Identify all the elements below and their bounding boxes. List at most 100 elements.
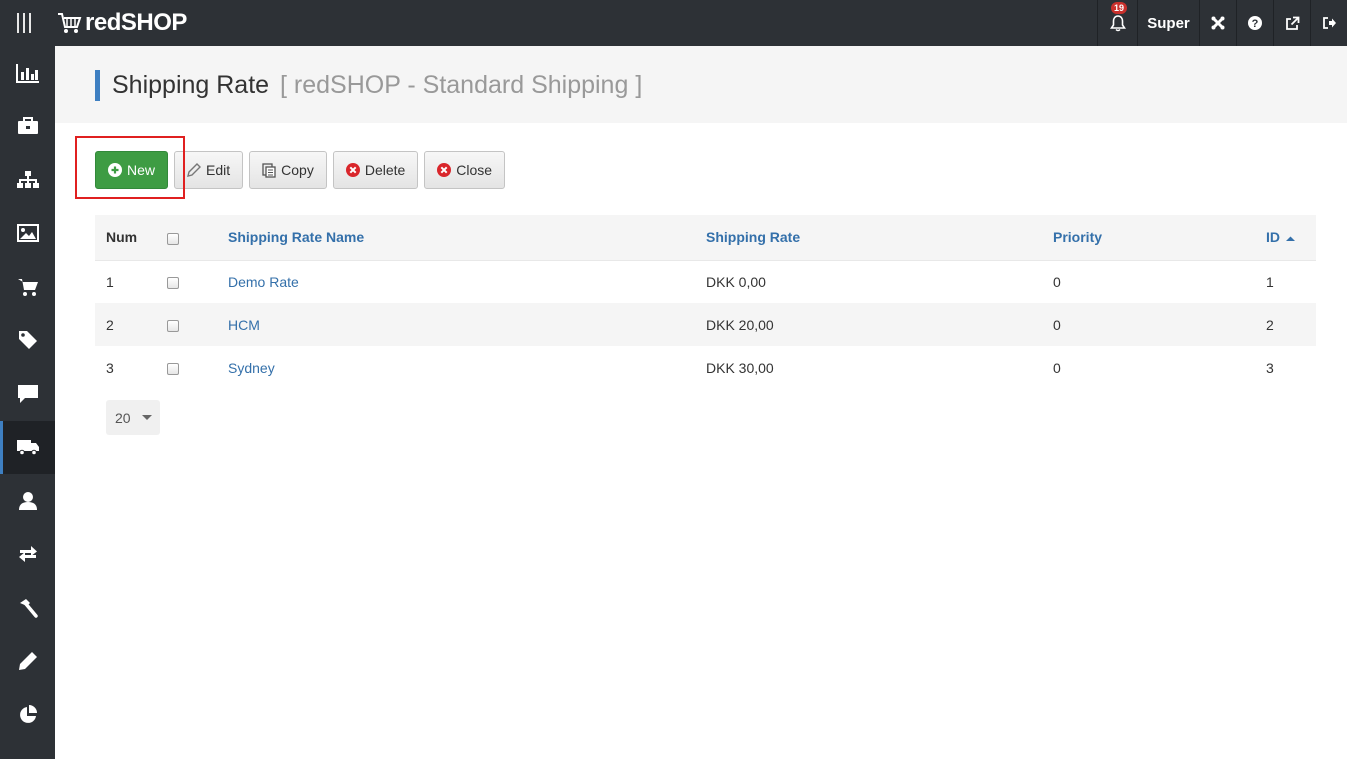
help-icon: ? [1248, 16, 1262, 30]
row-id: 1 [1266, 273, 1274, 290]
list-limit-select[interactable]: 20 [106, 400, 160, 435]
user-menu[interactable]: Super [1137, 0, 1199, 46]
sidebar [0, 46, 55, 759]
row-priority: 0 [1053, 316, 1061, 333]
sidebar-item-categories[interactable] [0, 153, 55, 207]
sidebar-item-orders[interactable] [0, 260, 55, 314]
cart-logo-icon [58, 13, 82, 33]
sidebar-item-communication[interactable] [0, 367, 55, 421]
page-title: Shipping Rate [ redSHOP - Standard Shipp… [95, 70, 642, 101]
column-shipping-rate[interactable]: Shipping Rate [695, 215, 1042, 260]
top-navbar: redSHOP 19 Super ? [0, 0, 1347, 46]
row-shipping-rate: DKK 30,00 [706, 359, 774, 376]
image-icon [16, 224, 39, 243]
close-button[interactable]: Close [424, 151, 506, 189]
joomla-button[interactable] [1199, 0, 1236, 46]
joomla-icon [1211, 16, 1225, 30]
sidebar-item-customization[interactable] [0, 635, 55, 689]
menu-toggle-icon[interactable] [0, 0, 48, 46]
external-link-icon [1285, 16, 1299, 30]
edit-pencil-icon [187, 163, 202, 177]
toolbar: New Edit Copy Delete Close [95, 151, 506, 189]
page-header: Shipping Rate [ redSHOP - Standard Shipp… [55, 46, 1347, 123]
delete-button-label: Delete [364, 162, 406, 178]
shipping-rate-name-link[interactable]: Sydney [228, 360, 275, 376]
delete-circle-icon [345, 163, 360, 177]
column-priority[interactable]: Priority [1042, 215, 1255, 260]
table-row: 3 Sydney DKK 30,00 0 3 [95, 346, 1316, 389]
logout-button[interactable] [1310, 0, 1347, 46]
sidebar-item-users[interactable] [0, 474, 55, 528]
page-title-text: Shipping Rate [112, 71, 270, 99]
row-num: 2 [106, 316, 114, 333]
hammer-icon [19, 598, 38, 618]
column-shipping-rate-name[interactable]: Shipping Rate Name [217, 215, 695, 260]
sidebar-item-media[interactable] [0, 207, 55, 261]
pie-chart-icon [19, 704, 37, 723]
sort-asc-icon [1285, 236, 1295, 241]
pencil-icon [18, 652, 37, 671]
table-row: 1 Demo Rate DKK 0,00 0 1 [95, 260, 1316, 303]
row-shipping-rate: DKK 20,00 [706, 316, 774, 333]
plus-circle-icon [108, 163, 122, 177]
user-label: Super [1147, 14, 1190, 32]
user-icon [18, 491, 37, 510]
row-num: 1 [106, 273, 114, 290]
new-button[interactable]: New [95, 151, 169, 189]
close-button-label: Close [456, 162, 493, 178]
bar-chart-icon [15, 63, 39, 83]
logout-icon [1322, 17, 1336, 29]
top-right-menu: 19 Super ? [1097, 0, 1347, 46]
edit-button[interactable]: Edit [174, 151, 244, 189]
comment-icon [17, 384, 38, 403]
row-checkbox[interactable] [167, 319, 179, 332]
table-header-row: Num Shipping Rate Name Shipping Rate Pri… [95, 215, 1316, 260]
notifications-button[interactable]: 19 [1097, 0, 1137, 46]
select-all-checkbox[interactable] [167, 232, 179, 245]
sidebar-item-import-export[interactable] [0, 528, 55, 582]
close-circle-icon [437, 163, 452, 177]
shipping-rate-name-link[interactable]: HCM [228, 317, 260, 333]
sidebar-item-tools[interactable] [0, 581, 55, 635]
help-button[interactable]: ? [1236, 0, 1273, 46]
row-checkbox[interactable] [167, 362, 179, 375]
notification-count-badge: 19 [1111, 2, 1128, 14]
external-link-button[interactable] [1273, 0, 1310, 46]
row-id: 3 [1266, 359, 1274, 376]
delete-button[interactable]: Delete [332, 151, 419, 189]
shipping-rate-name-link[interactable]: Demo Rate [228, 274, 299, 290]
tag-icon [18, 331, 37, 350]
column-select-all [156, 215, 217, 260]
bell-icon [1109, 14, 1126, 31]
brand-name: redSHOP [85, 9, 187, 36]
sidebar-item-shop[interactable] [0, 100, 55, 154]
edit-button-label: Edit [206, 162, 231, 178]
brand-logo[interactable]: redSHOP [56, 9, 187, 37]
svg-text:?: ? [1252, 18, 1259, 30]
row-checkbox[interactable] [167, 277, 179, 290]
cart-icon [17, 278, 38, 296]
exchange-icon [18, 546, 37, 563]
sidebar-item-reports[interactable] [0, 688, 55, 742]
sitemap-icon [16, 170, 39, 188]
list-limit-value: 20 [115, 409, 131, 426]
copy-icon [262, 162, 276, 178]
sidebar-item-shipping[interactable] [0, 420, 55, 474]
column-id-label: ID [1266, 229, 1280, 246]
sidebar-item-statistics[interactable] [0, 46, 55, 100]
shipping-rate-table: Num Shipping Rate Name Shipping Rate Pri… [95, 215, 1316, 389]
chevron-down-icon [142, 415, 152, 420]
table-row: 2 HCM DKK 20,00 0 2 [95, 303, 1316, 346]
page-subtitle: [ redSHOP - Standard Shipping ] [280, 71, 643, 99]
sidebar-item-discounts[interactable] [0, 314, 55, 368]
briefcase-icon [17, 117, 38, 135]
row-num: 3 [106, 359, 114, 376]
truck-icon [16, 440, 39, 456]
row-shipping-rate: DKK 0,00 [706, 273, 766, 290]
row-id: 2 [1266, 316, 1274, 333]
copy-button[interactable]: Copy [249, 151, 327, 189]
copy-button-label: Copy [281, 162, 314, 178]
row-priority: 0 [1053, 359, 1061, 376]
new-button-label: New [127, 162, 156, 178]
column-id[interactable]: ID [1255, 215, 1316, 260]
